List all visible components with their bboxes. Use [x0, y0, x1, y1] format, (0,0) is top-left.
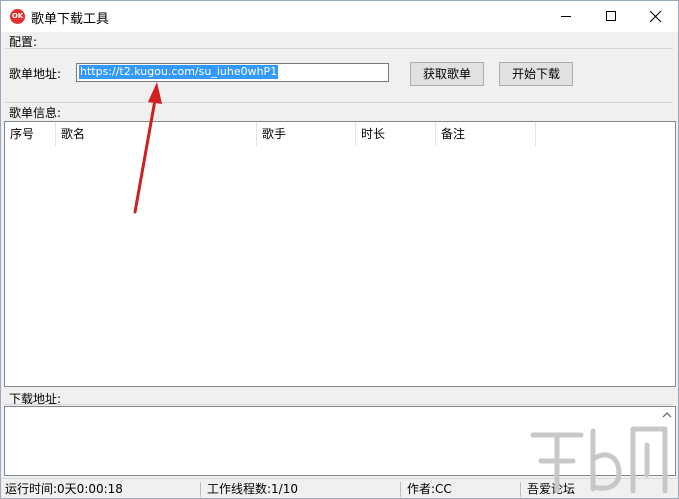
column-header-index[interactable]: 序号 — [5, 122, 56, 146]
playlist-separator — [5, 102, 673, 103]
column-header-song[interactable]: 歌名 — [56, 122, 257, 146]
config-separator — [5, 48, 673, 49]
status-author: 作者:CC — [403, 482, 521, 497]
minimize-icon — [561, 16, 571, 17]
column-header-duration[interactable]: 时长 — [356, 122, 436, 146]
title-bar[interactable]: OK 歌单下载工具 — [1, 1, 678, 32]
close-icon — [649, 10, 662, 23]
column-header-artist[interactable]: 歌手 — [257, 122, 356, 146]
close-button[interactable] — [633, 1, 678, 32]
fetch-playlist-button[interactable]: 获取歌单 — [410, 62, 484, 86]
maximize-icon — [606, 11, 616, 21]
status-runtime: 运行时间:0天0:00:18 — [1, 482, 201, 497]
download-separator — [5, 404, 673, 405]
maximize-button[interactable] — [588, 1, 633, 32]
watermark-logo — [530, 426, 668, 494]
url-label: 歌单地址: — [9, 67, 62, 81]
playlist-url-input[interactable]: https://t2.kugou.com/su_iuhe0whP1 — [76, 63, 389, 82]
playlist-section-label: 歌单信息: — [9, 106, 62, 120]
minimize-button[interactable] — [543, 1, 588, 32]
playlist-table[interactable]: 序号 歌名 歌手 时长 备注 — [4, 121, 676, 387]
playlist-url-value: https://t2.kugou.com/su_iuhe0whP1 — [79, 65, 279, 79]
window-title: 歌单下载工具 — [31, 12, 110, 27]
status-threads: 工作线程数:1/10 — [203, 482, 401, 497]
app-icon: OK — [10, 9, 25, 24]
column-header-notes[interactable]: 备注 — [436, 122, 536, 146]
start-download-button[interactable]: 开始下载 — [499, 62, 573, 86]
